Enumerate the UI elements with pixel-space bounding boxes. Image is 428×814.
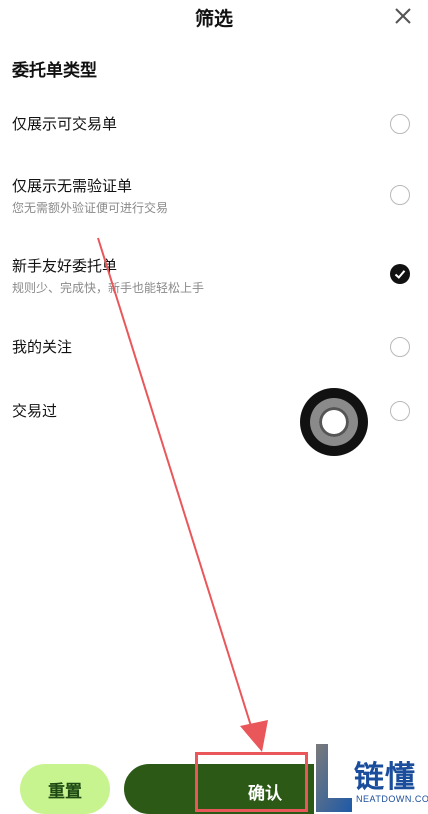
option-no-verification[interactable]: 仅展示无需验证单 您无需额外验证便可进行交易 — [0, 172, 428, 218]
checkmark-icon — [394, 270, 406, 279]
reset-button[interactable]: 重置 — [20, 764, 110, 814]
option-label: 我的关注 — [12, 339, 73, 356]
watermark-url: NEATDOWN.COM — [356, 794, 428, 804]
option-label: 仅展示无需验证单 — [12, 178, 133, 195]
option-sublabel: 您无需额外验证便可进行交易 — [12, 201, 169, 215]
option-label: 新手友好委托单 — [12, 258, 118, 275]
confirm-label: 确认 — [248, 784, 282, 803]
watermark: 链懂 NEATDOWN.COM — [314, 742, 428, 814]
radio-unchecked-icon[interactable] — [390, 401, 410, 421]
assistive-touch-button[interactable] — [300, 388, 368, 456]
option-sublabel: 规则少、完成快，新手也能轻松上手 — [12, 281, 205, 295]
watermark-logo-icon — [316, 744, 352, 812]
option-tradable-only[interactable]: 仅展示可交易单 — [0, 110, 428, 140]
option-label: 仅展示可交易单 — [12, 116, 118, 133]
watermark-text: 链懂 — [354, 761, 416, 794]
radio-unchecked-icon[interactable] — [390, 337, 410, 357]
option-my-follows[interactable]: 我的关注 — [0, 334, 428, 364]
confirm-button[interactable]: 确认 — [124, 764, 320, 814]
close-icon — [395, 8, 411, 24]
page-title: 筛选 — [194, 9, 233, 30]
assistive-touch-ring — [310, 398, 358, 446]
radio-checked-icon[interactable] — [390, 264, 410, 284]
option-beginner-friendly[interactable]: 新手友好委托单 规则少、完成快，新手也能轻松上手 — [0, 252, 428, 298]
radio-unchecked-icon[interactable] — [390, 114, 410, 134]
header: 筛选 — [0, 0, 428, 34]
close-button[interactable] — [390, 3, 416, 29]
option-label: 交易过 — [12, 403, 58, 420]
section-title: 委托单类型 — [12, 61, 97, 80]
radio-unchecked-icon[interactable] — [390, 185, 410, 205]
assistive-touch-core — [319, 407, 349, 437]
